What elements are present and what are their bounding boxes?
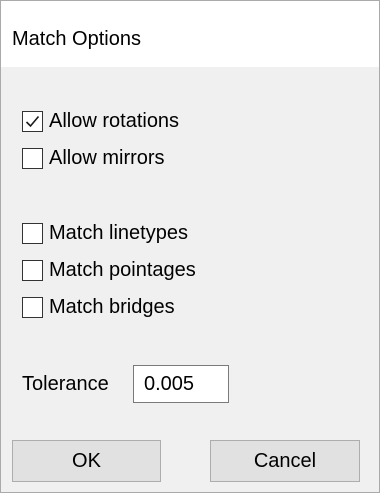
- ok-button[interactable]: OK: [12, 440, 161, 482]
- allow-rotations-option[interactable]: Allow rotations: [22, 109, 179, 133]
- allow-mirrors-option[interactable]: Allow mirrors: [22, 146, 165, 170]
- dialog-title: Match Options: [12, 28, 141, 50]
- title-bar: Match Options: [1, 1, 379, 67]
- allow-rotations-label: Allow rotations: [49, 110, 180, 132]
- allow-rotations-checkbox[interactable]: [22, 110, 43, 132]
- match-pointages-option[interactable]: Match pointages: [22, 258, 196, 282]
- tolerance-label: Tolerance: [22, 373, 109, 395]
- match-linetypes-option[interactable]: Match linetypes: [22, 221, 188, 245]
- match-pointages-checkbox[interactable]: [22, 259, 43, 281]
- allow-mirrors-label: Allow mirrors: [49, 147, 165, 169]
- match-bridges-checkbox[interactable]: [22, 296, 43, 318]
- match-pointages-label: Match pointages: [49, 259, 196, 281]
- match-linetypes-label: Match linetypes: [49, 222, 188, 244]
- tolerance-input[interactable]: [133, 365, 229, 403]
- checkmark-icon: [25, 115, 40, 127]
- match-bridges-option[interactable]: Match bridges: [22, 295, 175, 319]
- cancel-button[interactable]: Cancel: [210, 440, 360, 482]
- allow-mirrors-checkbox[interactable]: [22, 147, 43, 169]
- match-linetypes-checkbox[interactable]: [22, 222, 43, 244]
- match-bridges-label: Match bridges: [49, 296, 175, 318]
- match-options-dialog: Match Options Allow rotations Allow mirr…: [0, 0, 380, 493]
